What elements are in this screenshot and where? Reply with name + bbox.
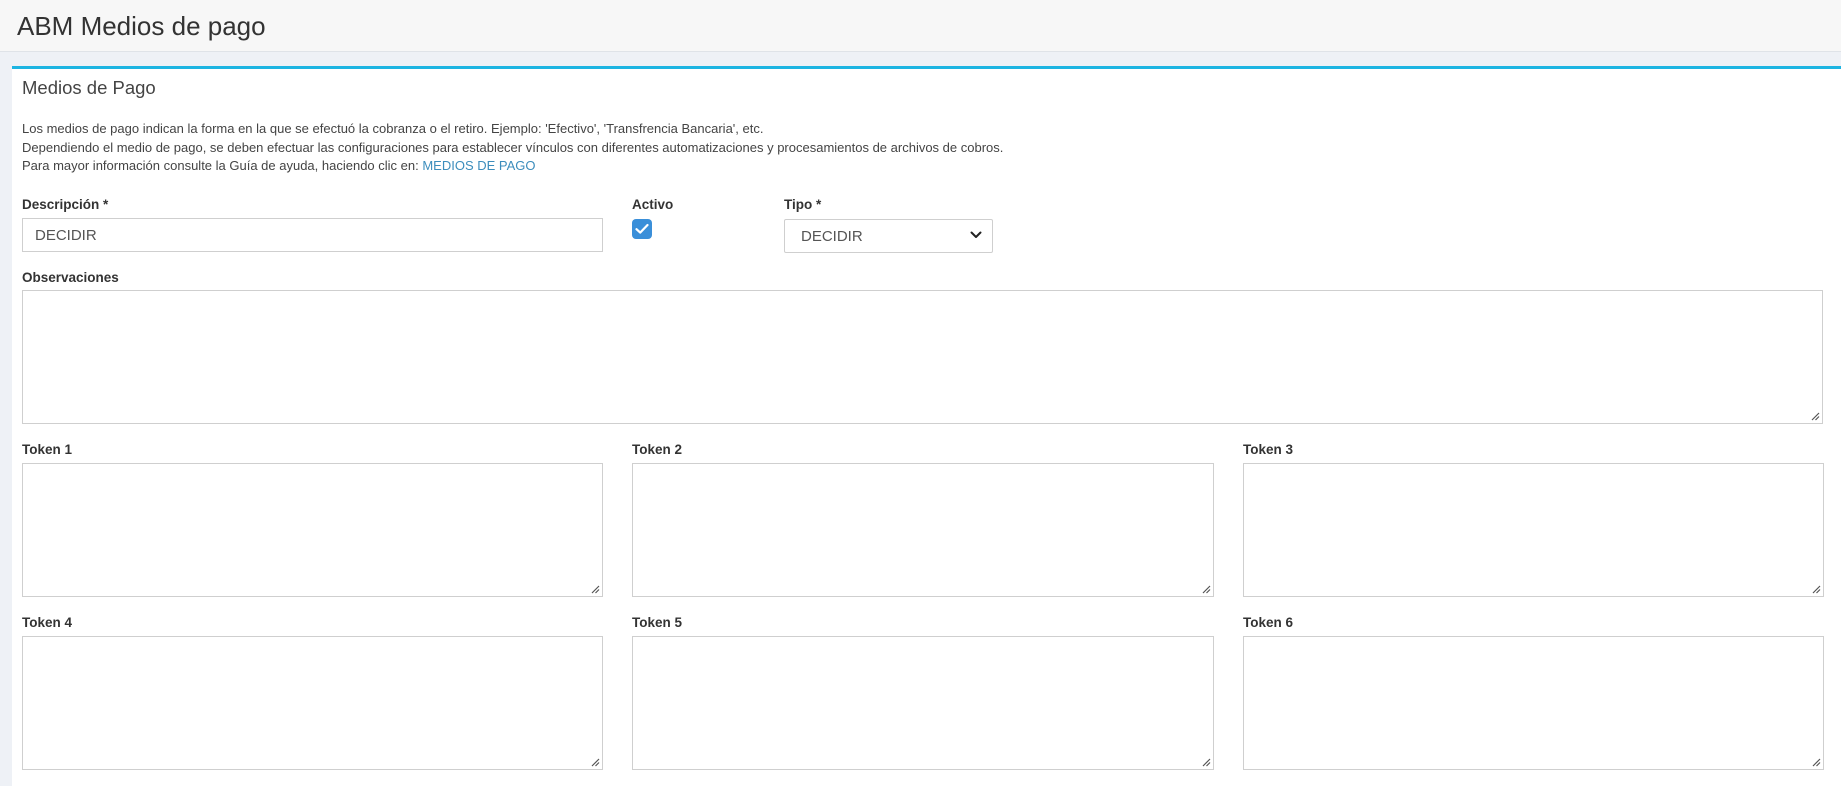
help-line-2: Dependiendo el medio de pago, se deben e… [22, 139, 1004, 155]
token-2-textarea[interactable] [632, 463, 1214, 597]
check-icon [635, 223, 649, 234]
resize-grip-icon[interactable] [1810, 411, 1820, 421]
token-5-textarea[interactable] [632, 636, 1214, 770]
medios-de-pago-help-link[interactable]: MEDIOS DE PAGO [422, 158, 535, 173]
resize-grip-icon[interactable] [1201, 757, 1211, 767]
observaciones-textarea[interactable] [22, 290, 1823, 424]
token-3-label: Token 3 [1243, 442, 1294, 457]
help-text: Los medios de pago indican la forma en l… [22, 120, 1003, 176]
resize-grip-icon[interactable] [1201, 584, 1211, 594]
tipo-selected-value: DECIDIR [801, 228, 863, 245]
token-1-label: Token 1 [22, 442, 73, 457]
resize-grip-icon[interactable] [590, 757, 600, 767]
token-6-label: Token 6 [1243, 615, 1294, 630]
help-line-1: Los medios de pago indican la forma en l… [22, 121, 764, 136]
resize-grip-icon[interactable] [590, 584, 600, 594]
chevron-down-icon [970, 231, 982, 238]
help-line-3-text: Para mayor información consulte la Guía … [22, 158, 423, 173]
medios-de-pago-panel: Medios de Pago Los medios de pago indica… [12, 66, 1841, 786]
token-3-textarea[interactable] [1243, 463, 1824, 597]
tipo-label: Tipo * [784, 197, 822, 212]
token-4-textarea[interactable] [22, 636, 603, 770]
token-4-label: Token 4 [22, 615, 73, 630]
activo-checkbox[interactable] [632, 219, 652, 239]
page-title: ABM Medios de pago [17, 11, 266, 41]
activo-label: Activo [632, 197, 674, 212]
tipo-select[interactable]: DECIDIR [784, 219, 993, 253]
observaciones-label: Observaciones [22, 270, 119, 285]
help-line-3: Para mayor información consulte la Guía … [22, 157, 1003, 176]
descripcion-input[interactable] [22, 218, 603, 252]
token-2-label: Token 2 [632, 442, 683, 457]
panel-title: Medios de Pago [22, 77, 156, 98]
descripcion-label: Descripción * [22, 197, 109, 212]
top-bar: ABM Medios de pago [0, 0, 1841, 52]
token-5-label: Token 5 [632, 615, 683, 630]
resize-grip-icon[interactable] [1811, 584, 1821, 594]
resize-grip-icon[interactable] [1811, 757, 1821, 767]
token-1-textarea[interactable] [22, 463, 603, 597]
token-6-textarea[interactable] [1243, 636, 1824, 770]
